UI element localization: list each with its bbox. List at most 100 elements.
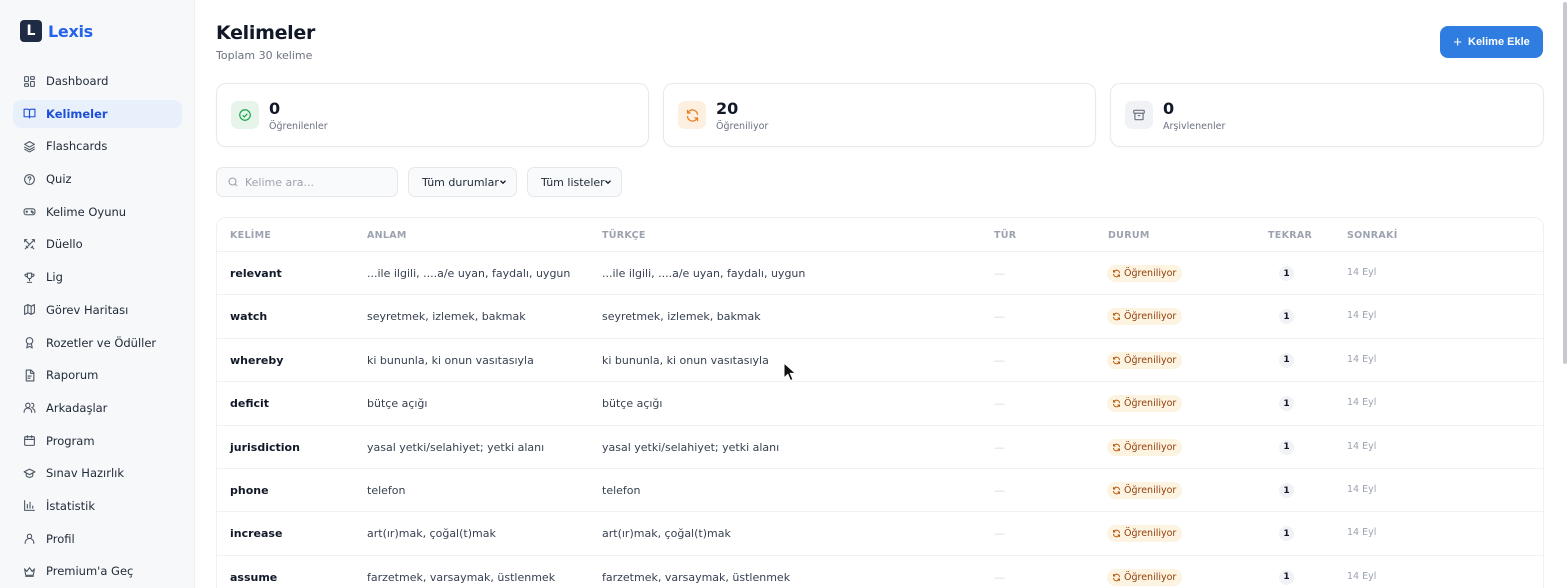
status-badge: Öğreniliyor [1107, 308, 1183, 326]
status-badge: Öğreniliyor [1107, 395, 1183, 413]
table-row[interactable]: jurisdiction yasal yetki/selahiyet; yetki… [217, 426, 1543, 469]
type-cell: — [994, 267, 1005, 280]
refresh-icon [1112, 269, 1121, 278]
column-header-repeat[interactable]: TEKRAR [1268, 230, 1312, 241]
repeat-count: 1 [1279, 396, 1294, 412]
sidebar-item-label: Lig [46, 270, 63, 285]
table-row[interactable]: watch seyretmek, izlemek, bakmak seyretmek… [217, 295, 1543, 339]
status-badge: Öğreniliyor [1107, 482, 1183, 499]
file-icon [23, 369, 36, 382]
sidebar-item-flashcards[interactable]: Flashcards [13, 132, 182, 160]
sidebar-item-görev-haritası[interactable]: Görev Haritası [13, 296, 182, 324]
add-word-button-label: Kelime Ekle [1468, 36, 1530, 48]
repeat-count: 1 [1279, 569, 1294, 585]
word-cell: deficit [230, 397, 270, 411]
sidebar-item-raporum[interactable]: Raporum [13, 361, 182, 389]
turkish-cell: seyretmek, izlemek, bakmak [602, 310, 761, 324]
sidebar-item-arkadaşlar[interactable]: Arkadaşlar [13, 394, 182, 422]
page-subtitle: Toplam 30 kelime [216, 49, 313, 62]
column-header-word[interactable]: KELİME [230, 230, 271, 241]
sidebar-item-düello[interactable]: Düello [13, 230, 182, 258]
type-cell: — [994, 570, 1005, 584]
refresh-icon [1112, 356, 1121, 365]
sidebar-item-quiz[interactable]: Quiz [13, 165, 182, 193]
status-badge: Öğreniliyor [1107, 568, 1183, 586]
sidebar-item-program[interactable]: Program [13, 427, 182, 455]
meaning-cell: yasal yetki/selahiyet; yetki alanı [367, 440, 545, 454]
sidebar-item-kelimeler[interactable]: Kelimeler [13, 99, 182, 128]
column-header-next[interactable]: SONRAKİ [1347, 230, 1398, 241]
word-cell: watch [230, 310, 268, 324]
user-icon [23, 532, 36, 545]
meaning-cell: ki bununla, ki onun vasıtasıyla [367, 353, 534, 367]
book-open-icon [23, 107, 36, 120]
refresh-icon [1112, 312, 1121, 321]
refresh-icon [1112, 399, 1121, 408]
brand[interactable]: L Lexis [20, 20, 93, 42]
table-row[interactable]: phone telefon telefon — Öğreniliyor 1 14 Eyl [217, 469, 1543, 513]
search-box[interactable] [216, 167, 398, 197]
table-row[interactable]: deficit bütçe açığı bütçe açığı — Öğreniliyo… [217, 382, 1543, 426]
sidebar-item-label: Program [46, 433, 95, 448]
table-row[interactable]: increase art(ır)mak, çoğal(t)mak art(ır)ma… [217, 512, 1543, 556]
turkish-cell: bütçe açığı [602, 397, 663, 411]
meaning-cell: telefon [367, 484, 406, 497]
crown-icon [23, 565, 36, 578]
type-cell: — [994, 310, 1005, 324]
bar-chart-icon [23, 499, 36, 512]
brand-name: Lexis [48, 21, 93, 41]
meaning-cell: art(ır)mak, çoğal(t)mak [367, 527, 496, 541]
list-select[interactable]: Tüm listeler [527, 167, 622, 197]
column-header-type[interactable]: TÜR [994, 230, 1016, 241]
stat-value: 0 [1163, 99, 1175, 118]
sidebar-nav: Dashboard Kelimeler Flashcards Quiz Kelime O… [13, 67, 182, 588]
search-icon [227, 173, 239, 192]
stat-card-archived: 0 Arşivlenenler [1110, 83, 1544, 147]
table-row[interactable]: relevant ...ile ilgili, ....a/e uyan, fay… [217, 252, 1543, 296]
check-circle-icon [231, 101, 259, 129]
sidebar-item-label: Dashboard [46, 74, 109, 88]
gamepad-icon [23, 205, 36, 218]
sidebar-item-lig[interactable]: Lig [13, 263, 182, 291]
sidebar-item-rozetler-ve-ödüller[interactable]: Rozetler ve Ödüller [13, 329, 182, 357]
sidebar-item-label: Kelimeler [46, 106, 108, 121]
sidebar-item-label: Flashcards [46, 139, 108, 154]
status-badge-label: Öğreniliyor [1124, 268, 1177, 279]
add-word-button[interactable]: + Kelime Ekle [1440, 26, 1543, 58]
column-header-status[interactable]: DURUM [1108, 230, 1150, 241]
sidebar-item-label: Kelime Oyunu [46, 204, 127, 219]
mouse-cursor-icon [783, 362, 797, 382]
sidebar-item-dashboard[interactable]: Dashboard [13, 67, 182, 95]
next-date-cell: 14 Eyl [1347, 310, 1377, 322]
scrollbar[interactable] [1562, 0, 1568, 588]
sidebar-item-i-statistik[interactable]: İstatistik [13, 492, 182, 520]
table-header: KELİME ANLAM TÜRKÇE TÜR DURUM TEKRAR SON… [217, 218, 1543, 252]
repeat-count: 1 [1279, 352, 1294, 368]
table-row[interactable]: assume farzetmek, varsaymak, üstlenmek far… [217, 556, 1543, 588]
status-badge: Öğreniliyor [1107, 438, 1183, 456]
graduation-cap-icon [23, 467, 36, 480]
sidebar-item-premium-a-geç[interactable]: Premium'a Geç [13, 557, 182, 585]
next-date-cell: 14 Eyl [1347, 570, 1377, 582]
sidebar-item-label: Sınav Hazırlık [46, 466, 124, 481]
map-icon [23, 303, 36, 316]
list-select-value: Tüm listeler [541, 175, 605, 189]
sidebar-item-sınav-hazırlık[interactable]: Sınav Hazırlık [13, 459, 182, 487]
turkish-cell: telefon [602, 484, 641, 497]
turkish-cell: farzetmek, varsaymak, üstlenmek [602, 570, 791, 584]
column-header-meaning[interactable]: ANLAM [367, 230, 407, 241]
stat-card-learned: 0 Öğrenilenler [216, 83, 649, 147]
column-header-turkish[interactable]: TÜRKÇE [602, 230, 646, 241]
page-title: Kelimeler [216, 22, 316, 44]
archive-icon [1125, 101, 1153, 129]
sidebar-item-kelime-oyunu[interactable]: Kelime Oyunu [13, 198, 182, 226]
meaning-cell: ...ile ilgili, ....a/e uyan, faydalı, uy… [367, 267, 571, 280]
stat-value: 0 [269, 99, 281, 118]
layers-icon [23, 140, 36, 153]
table-row[interactable]: whereby ki bununla, ki onun vasıtasıyla ki… [217, 339, 1543, 383]
search-input[interactable] [245, 175, 385, 189]
sidebar-item-profil[interactable]: Profil [13, 525, 182, 553]
chevron-down-icon [603, 177, 613, 190]
scrollbar-thumb[interactable] [1563, 2, 1567, 364]
status-select[interactable]: Tüm durumlar [408, 167, 517, 197]
